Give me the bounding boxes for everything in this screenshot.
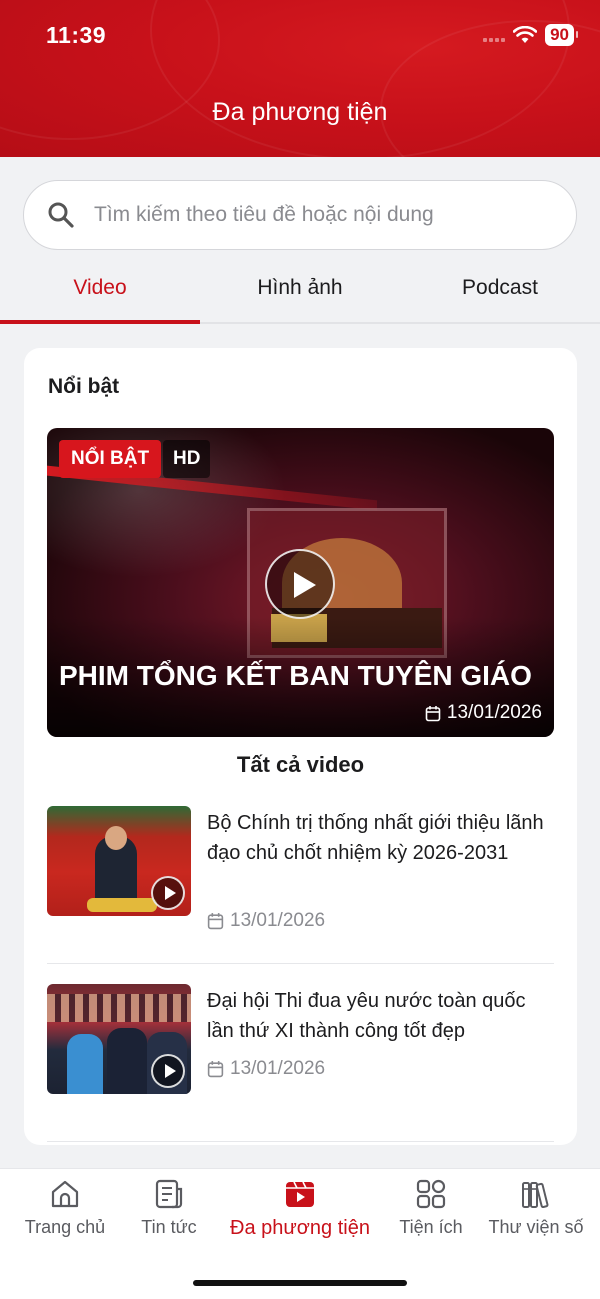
- play-icon[interactable]: [151, 876, 185, 910]
- video-title[interactable]: Bộ Chính trị thống nhất giới thiệu lãnh …: [207, 808, 557, 868]
- media-tabs: Video Hình ảnh Podcast: [0, 258, 600, 324]
- video-title[interactable]: Đại hội Thi đua yêu nước toàn quốc lần t…: [207, 986, 557, 1046]
- play-icon[interactable]: [151, 1054, 185, 1088]
- status-time: 11:39: [46, 22, 107, 48]
- calendar-icon: [207, 1061, 224, 1078]
- nav-home[interactable]: Trang chủ: [20, 1177, 110, 1238]
- tab-podcast[interactable]: Podcast: [400, 258, 600, 322]
- wifi-icon: [513, 26, 538, 43]
- list-item[interactable]: Đại hội Thi đua yêu nước toàn quốc lần t…: [47, 984, 554, 1142]
- all-videos-title: Tất cả video: [236, 752, 365, 777]
- library-icon: [522, 1182, 549, 1209]
- video-date: 13/01/2026: [207, 1058, 325, 1080]
- featured-section-title: Nổi bật: [48, 375, 120, 398]
- calendar-icon: [207, 913, 224, 930]
- video-thumbnail[interactable]: [47, 984, 191, 1094]
- featured-video-date: 13/01/2026: [425, 702, 542, 724]
- apps-icon: [416, 1179, 446, 1209]
- home-indicator: [193, 1280, 407, 1286]
- nav-news[interactable]: Tin tức: [132, 1177, 206, 1238]
- nav-library[interactable]: Thư viện số: [484, 1177, 588, 1238]
- featured-video[interactable]: NỔI BẬT HD PHIM TỔNG KẾT BAN TUYÊN GIÁO …: [47, 428, 554, 737]
- featured-badge: NỔI BẬT: [59, 440, 162, 478]
- list-item[interactable]: Bộ Chính trị thống nhất giới thiệu lãnh …: [47, 806, 554, 964]
- signal-icon: [483, 28, 506, 42]
- hd-badge: HD: [163, 440, 211, 478]
- nav-multimedia[interactable]: Đa phương tiện: [220, 1177, 380, 1240]
- search-icon: [48, 202, 74, 228]
- multimedia-icon: [286, 1181, 314, 1207]
- tab-video[interactable]: Video: [0, 258, 200, 324]
- nav-utilities[interactable]: Tiện ích: [394, 1177, 468, 1238]
- news-icon: [155, 1179, 183, 1209]
- calendar-icon: [425, 705, 441, 721]
- search-input[interactable]: [94, 203, 576, 227]
- video-thumbnail[interactable]: [47, 806, 191, 916]
- play-icon[interactable]: [265, 549, 335, 619]
- status-indicators: 90: [483, 24, 578, 46]
- tab-images[interactable]: Hình ảnh: [200, 258, 400, 322]
- battery-indicator: 90: [545, 24, 578, 46]
- video-date: 13/01/2026: [207, 910, 325, 932]
- app-header: 11:39 90 Đa phương tiện: [0, 0, 600, 157]
- page-title: Đa phương tiện: [212, 98, 388, 126]
- video-card: Nổi bật NỔI BẬT HD PHIM TỔNG KẾT BAN TUY…: [24, 348, 577, 1145]
- search-bar[interactable]: [23, 180, 577, 250]
- featured-video-title: PHIM TỔNG KẾT BAN TUYÊN GIÁO: [59, 660, 532, 691]
- home-icon: [51, 1180, 79, 1208]
